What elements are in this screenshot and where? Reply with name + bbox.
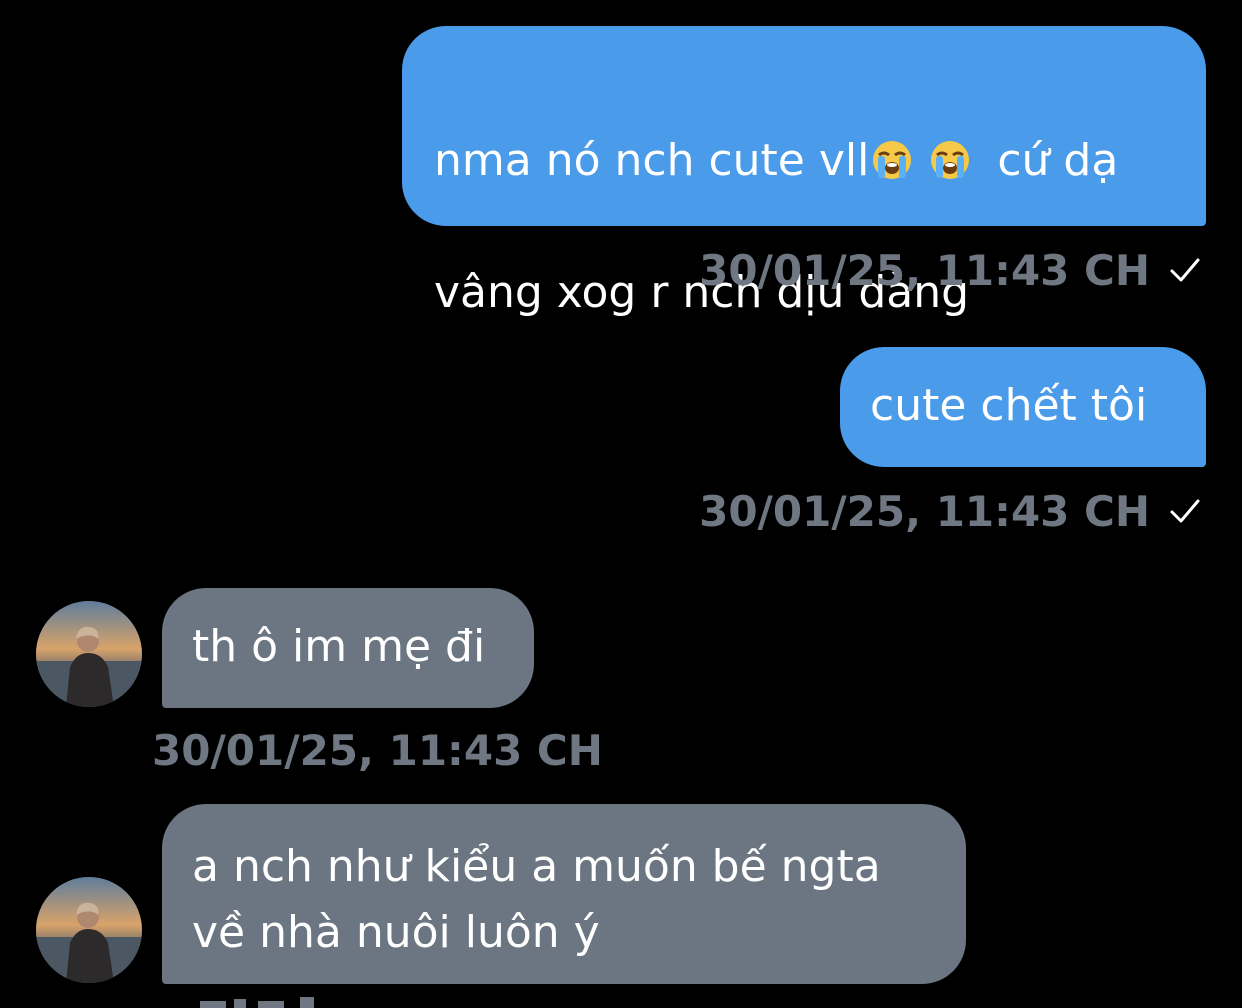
- loudly-crying-face-icon: [929, 134, 971, 179]
- message-bubble-received[interactable]: a nch như kiểu a muốn bế ngta về nhà nuô…: [162, 804, 966, 984]
- message-bubble-sent[interactable]: nma nó nch cute vll cứ dạ vâng xog r nch…: [402, 26, 1206, 318]
- message-bubble-sent[interactable]: cute chết tôi: [840, 347, 1206, 467]
- message-timestamp: 30/01/25, 11:43 CH: [699, 246, 1202, 296]
- message-line: nma nó nch cute vll cứ dạ: [434, 128, 1176, 194]
- cutoff-timestamp: [200, 994, 340, 1008]
- timestamp-text: 30/01/25, 11:43 CH: [699, 487, 1150, 536]
- message-bubble-received[interactable]: th ô im mẹ đi: [162, 588, 534, 708]
- timestamp-text: 30/01/25, 11:43 CH: [699, 246, 1150, 295]
- message-text: cứ dạ: [997, 135, 1119, 186]
- check-icon: [1168, 248, 1202, 282]
- message-text: th ô im mẹ đi: [192, 621, 486, 672]
- timestamp-text: 30/01/25, 11:43 CH: [152, 726, 603, 775]
- message-text: cute chết tôi: [870, 380, 1148, 431]
- chat-thread: nma nó nch cute vll cứ dạ vâng xog r nch…: [0, 0, 1242, 1008]
- check-icon: [1168, 489, 1202, 523]
- message-text: a nch như kiểu a muốn bế ngta về nhà nuô…: [192, 841, 881, 958]
- avatar[interactable]: [36, 877, 142, 983]
- message-timestamp: 30/01/25, 11:43 CH: [699, 487, 1202, 537]
- message-timestamp: 30/01/25, 11:43 CH: [152, 726, 603, 776]
- loudly-crying-face-icon: [871, 134, 913, 179]
- avatar[interactable]: [36, 601, 142, 707]
- message-text: nma nó nch cute vll: [434, 135, 870, 186]
